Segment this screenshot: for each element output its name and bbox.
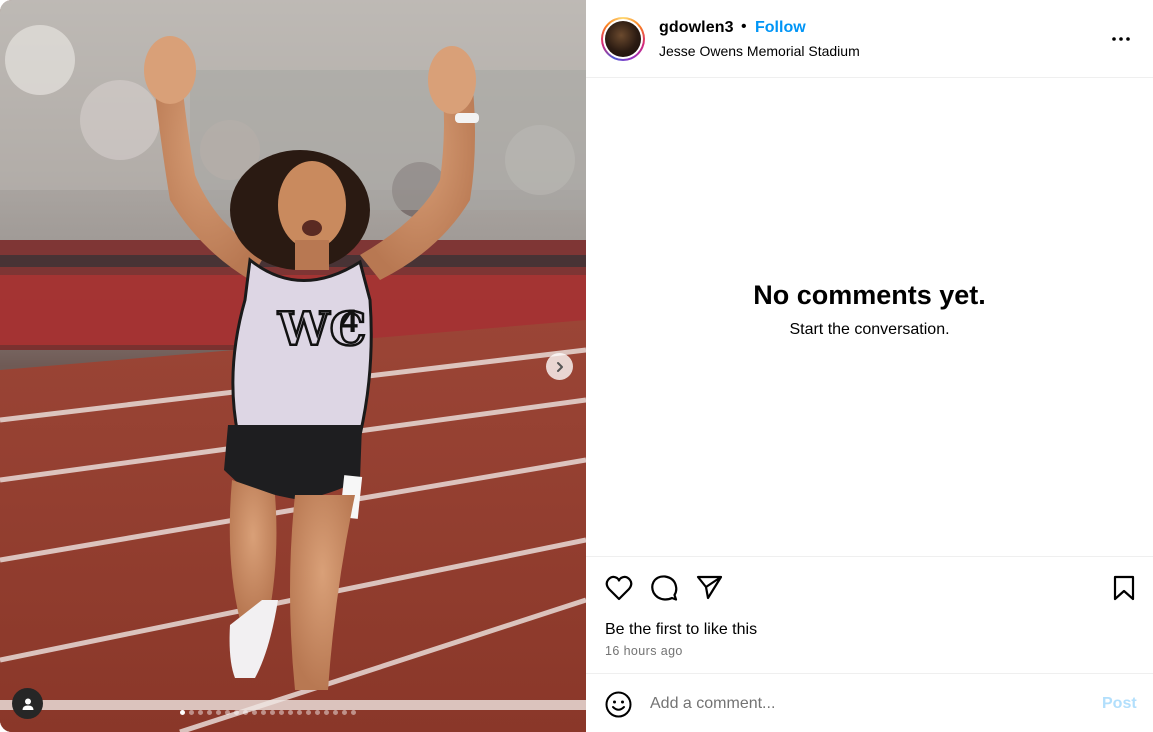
separator-dot: •: [741, 18, 747, 35]
carousel-dot: [279, 710, 284, 715]
avatar[interactable]: [605, 21, 641, 57]
post-side-panel: gdowlen3 • Follow Jesse Owens Memorial S…: [586, 0, 1153, 732]
post-media[interactable]: WC 4: [0, 0, 586, 732]
likes-count[interactable]: Be the first to like this: [605, 621, 757, 639]
carousel-dot: [306, 710, 311, 715]
empty-comments-title: No comments yet.: [753, 279, 986, 310]
post-timestamp[interactable]: 16 hours ago: [605, 644, 683, 658]
username-link[interactable]: gdowlen3: [659, 19, 734, 37]
carousel-indicator: [180, 710, 356, 716]
comments-section: No comments yet. Start the conversation.: [586, 78, 1153, 556]
jersey-number: 4: [340, 303, 358, 339]
carousel-dot: [252, 710, 257, 715]
carousel-dot: [198, 710, 203, 715]
avatar-story-ring[interactable]: [601, 17, 645, 61]
carousel-next-button[interactable]: [546, 353, 573, 380]
carousel-dot: [207, 710, 212, 715]
location-link[interactable]: Jesse Owens Memorial Stadium: [659, 43, 860, 59]
emoji-icon[interactable]: [605, 691, 632, 718]
action-bar: Be the first to like this 16 hours ago: [586, 556, 1153, 674]
post-photo: WC 4: [0, 0, 586, 732]
carousel-dot: [288, 710, 293, 715]
carousel-dot: [270, 710, 275, 715]
carousel-dot: [180, 710, 185, 715]
more-dots-icon: [1112, 37, 1130, 41]
carousel-dot: [234, 710, 239, 715]
empty-comments-subtitle: Start the conversation.: [789, 320, 950, 338]
carousel-dot: [243, 710, 248, 715]
post-comment-button[interactable]: Post: [1102, 695, 1137, 713]
carousel-dot: [333, 710, 338, 715]
carousel-dot: [261, 710, 266, 715]
user-tag-icon: [22, 698, 33, 710]
carousel-dot: [324, 710, 329, 715]
comment-bubble-icon[interactable]: [650, 574, 678, 602]
paper-plane-icon[interactable]: [696, 575, 723, 600]
comment-input[interactable]: [650, 692, 1080, 716]
carousel-dot: [216, 710, 221, 715]
post-modal: WC 4 gdowlen3 • Follow Jesse Owens Memor…: [0, 0, 1153, 732]
post-header: gdowlen3 • Follow Jesse Owens Memorial S…: [586, 0, 1153, 78]
carousel-dot: [342, 710, 347, 715]
heart-icon[interactable]: [605, 575, 633, 601]
chevron-right-icon: [556, 361, 563, 372]
bookmark-icon[interactable]: [1113, 575, 1135, 601]
carousel-dot: [315, 710, 320, 715]
comment-composer: Post: [586, 675, 1153, 732]
user-tags-button[interactable]: [12, 688, 43, 719]
carousel-dot: [297, 710, 302, 715]
follow-button[interactable]: Follow: [755, 19, 806, 37]
more-options-button[interactable]: [1110, 28, 1132, 50]
carousel-dot: [189, 710, 194, 715]
carousel-dot: [351, 710, 356, 715]
carousel-dot: [225, 710, 230, 715]
